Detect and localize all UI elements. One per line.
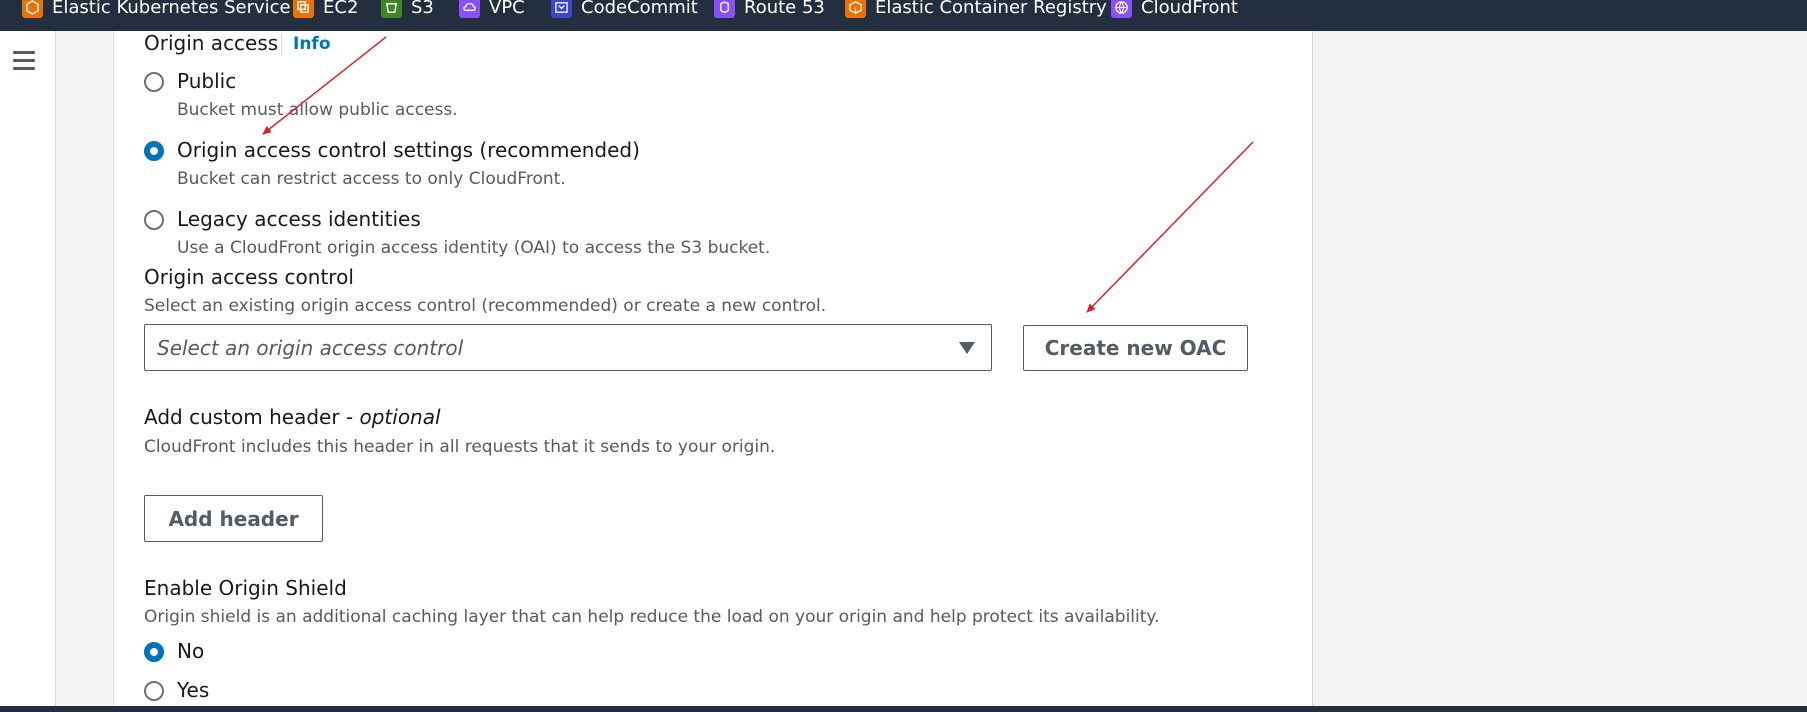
- eks-icon: [22, 0, 43, 18]
- favorite-label: CloudFront: [1141, 0, 1238, 18]
- bottom-bar: [0, 706, 1807, 712]
- radio-legacy-identities[interactable]: [144, 210, 164, 230]
- radio-label-origin-shield-yes[interactable]: Yes: [177, 678, 209, 702]
- favorite-ec2[interactable]: EC2: [293, 0, 358, 20]
- favorite-label: Elastic Container Registry: [875, 0, 1107, 18]
- origin-shield-title: Enable Origin Shield: [144, 576, 347, 600]
- favorite-eks[interactable]: Elastic Kubernetes Service: [22, 0, 291, 20]
- optional-label: optional: [359, 405, 441, 429]
- favorite-label: S3: [411, 0, 434, 18]
- custom-header-description: CloudFront includes this header in all r…: [144, 437, 776, 457]
- radio-origin-shield-no[interactable]: [144, 642, 164, 662]
- radio-public[interactable]: [144, 72, 164, 92]
- custom-header-title: Add custom header - optional: [144, 405, 441, 429]
- cloudfront-icon: [1111, 0, 1132, 18]
- favorites-bar: Elastic Kubernetes Service EC2 S3 VPC Co…: [0, 0, 1807, 31]
- radio-origin-shield-yes[interactable]: [144, 681, 164, 701]
- origin-access-control-description: Select an existing origin access control…: [144, 296, 827, 316]
- radio-origin-access-control[interactable]: [144, 141, 164, 161]
- custom-header-title-text: Add custom header -: [144, 405, 360, 429]
- add-header-button[interactable]: Add header: [144, 495, 323, 542]
- side-navigation: [0, 31, 56, 706]
- origin-access-control-select[interactable]: Select an origin access control: [144, 324, 992, 371]
- info-link[interactable]: Info: [293, 34, 331, 54]
- radio-description-public: Bucket must allow public access.: [177, 100, 458, 120]
- favorite-cloudfront[interactable]: CloudFront: [1111, 0, 1238, 20]
- create-new-oac-button[interactable]: Create new OAC: [1023, 325, 1248, 371]
- favorite-codecommit[interactable]: CodeCommit: [551, 0, 698, 20]
- s3-icon: [381, 0, 402, 18]
- radio-label-origin-access-control[interactable]: Origin access control settings (recommen…: [177, 138, 640, 162]
- menu-icon[interactable]: [13, 51, 35, 71]
- route53-icon: [714, 0, 735, 18]
- radio-description-legacy-identities: Use a CloudFront origin access identity …: [177, 238, 771, 258]
- title-divider: [281, 34, 282, 56]
- radio-label-public[interactable]: Public: [177, 69, 236, 93]
- radio-label-legacy-identities[interactable]: Legacy access identities: [177, 207, 421, 231]
- caret-down-icon: [959, 342, 975, 354]
- favorite-label: VPC: [489, 0, 525, 18]
- origin-access-title: Origin access: [144, 31, 279, 55]
- favorite-label: CodeCommit: [581, 0, 698, 18]
- vpc-icon: [459, 0, 480, 18]
- favorite-route53[interactable]: Route 53: [714, 0, 825, 20]
- codecommit-icon: [551, 0, 572, 18]
- origin-shield-description: Origin shield is an additional caching l…: [144, 607, 1160, 627]
- radio-label-origin-shield-no[interactable]: No: [177, 639, 204, 663]
- favorite-ecr[interactable]: Elastic Container Registry: [845, 0, 1107, 20]
- right-gutter: [1313, 31, 1807, 706]
- ec2-icon: [293, 0, 314, 18]
- radio-description-origin-access-control: Bucket can restrict access to only Cloud…: [177, 169, 566, 189]
- favorite-label: EC2: [323, 0, 359, 18]
- select-placeholder: Select an origin access control: [157, 336, 464, 360]
- favorite-vpc[interactable]: VPC: [459, 0, 525, 20]
- favorite-label: Elastic Kubernetes Service: [52, 0, 291, 18]
- favorite-s3[interactable]: S3: [381, 0, 434, 20]
- origin-access-control-title: Origin access control: [144, 265, 354, 289]
- content-gutter: [56, 31, 113, 706]
- ecr-icon: [845, 0, 866, 18]
- favorite-label: Route 53: [744, 0, 825, 18]
